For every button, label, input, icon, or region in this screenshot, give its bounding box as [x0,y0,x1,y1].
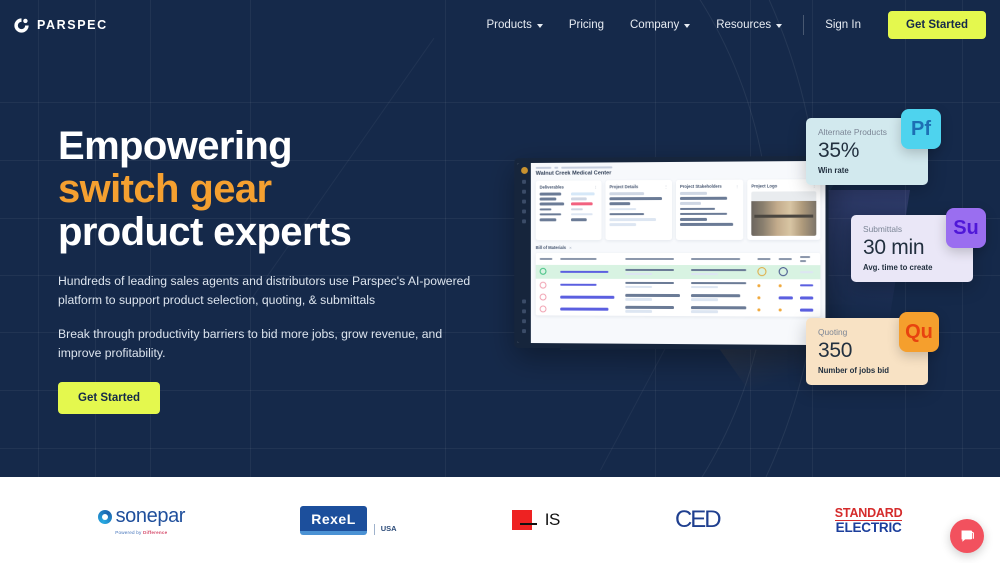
nav-links: Products Pricing Company Resources Sign … [473,11,1000,39]
table-row[interactable] [536,291,821,304]
hero-content: Empowering switch gear product experts H… [58,125,528,415]
app-main-area: Walnut Creek Medical Center Deliverables… [530,160,826,346]
top-navigation: PARSPEC Products Pricing Company Resourc… [0,0,1000,50]
is-square-icon [511,510,537,530]
headline-line-3: product experts [58,209,352,254]
sign-in-label: Sign In [825,19,861,31]
nav-label: Products [486,19,532,31]
more-icon: ⋮ [735,183,740,189]
get-started-button-nav[interactable]: Get Started [888,11,986,39]
client-logo-ced: CED [674,506,722,534]
nav-divider [803,15,805,35]
client-logo-standard-electric: STANDARD ELECTRIC [834,505,903,536]
hero-paragraph-2: Break through productivity barriers to b… [58,327,443,361]
nav-item-company[interactable]: Company [617,13,703,37]
card-title: Project Details [609,184,639,190]
table-header-row [536,253,821,265]
page-title: Empowering switch gear product experts [58,125,528,253]
app-cards-row: Deliverables ⋮ Project Details ⋮ Project… [535,179,821,241]
rexel-wordmark: RexeL [300,505,367,535]
product-screenshot: Walnut Creek Medical Center Deliverables… [514,155,829,351]
app-card-project-logo: Project Logo ⋮ [747,179,821,240]
client-logo-sonepar: sonepar Powered by Difference [97,505,186,535]
nav-label: Company [630,19,680,31]
building-photo [751,191,817,236]
card-title: Project Logo [751,183,778,189]
stat-sublabel: Win rate [818,165,849,175]
app-card-project-stakeholders: Project Stakeholders ⋮ [675,179,744,240]
app-table-tab[interactable]: Bill of Materials ✕ [536,245,821,250]
client-logo-strip: sonepar Powered by Difference RexeL USA … [0,477,1000,563]
ced-wordmark: CED [674,506,722,533]
is-wordmark: IS [544,510,561,529]
client-logo-is: IS [511,510,561,530]
brand-logo[interactable]: PARSPEC [13,17,108,34]
badge-pf-icon: Pf [901,109,941,149]
more-icon: ⋮ [664,184,669,190]
nav-item-pricing[interactable]: Pricing [556,13,617,37]
client-logo-rexel: RexeL USA [300,505,397,535]
badge-su-icon: Su [946,208,986,248]
stat-sublabel: Avg. time to create [863,262,933,272]
card-title: Deliverables [539,184,564,190]
nav-item-resources[interactable]: Resources [703,13,795,37]
headline-line-2: switch gear [58,166,272,211]
app-project-title: Walnut Creek Medical Center [535,170,612,177]
headline-line-1: Empowering [58,124,293,168]
bill-of-materials-table [535,253,821,317]
card-title: Project Stakeholders [679,183,722,189]
landing-page: PARSPEC Products Pricing Company Resourc… [0,0,1000,563]
close-icon[interactable]: ✕ [569,246,572,250]
sonepar-tagline: Powered by Difference [115,530,168,535]
hero-paragraph-1: Hundreds of leading sales agents and dis… [58,274,471,308]
chevron-down-icon [536,23,543,28]
stat-sublabel: Number of jobs bid [818,365,890,375]
table-row[interactable] [536,303,821,316]
app-card-project-details: Project Details ⋮ [605,179,672,241]
brand-name: PARSPEC [37,18,108,32]
nav-label: Resources [716,19,772,31]
app-card-deliverables: Deliverables ⋮ [535,180,602,241]
nav-label: Pricing [568,19,604,31]
sonepar-swirl-icon [97,509,112,524]
hero-section: PARSPEC Products Pricing Company Resourc… [0,0,1000,477]
sign-in-link[interactable]: Sign In [812,13,874,37]
standard-line-2: ELECTRIC [835,520,902,536]
chat-bubble-icon [961,530,974,542]
table-row[interactable] [536,279,821,292]
more-icon: ⋮ [593,184,598,190]
badge-qu-icon: Qu [899,312,939,352]
sonepar-wordmark: sonepar [115,505,186,527]
table-tab-label: Bill of Materials [535,245,567,251]
get-started-button-hero[interactable]: Get Started [58,382,160,415]
table-row[interactable] [535,264,821,280]
chevron-down-icon [776,23,783,28]
chevron-down-icon [684,23,691,28]
chat-widget-button[interactable] [950,519,984,553]
parspec-circle-icon [13,17,30,34]
standard-line-1: STANDARD [834,505,903,521]
rexel-region: USA [373,523,397,535]
nav-item-products[interactable]: Products [473,13,555,37]
